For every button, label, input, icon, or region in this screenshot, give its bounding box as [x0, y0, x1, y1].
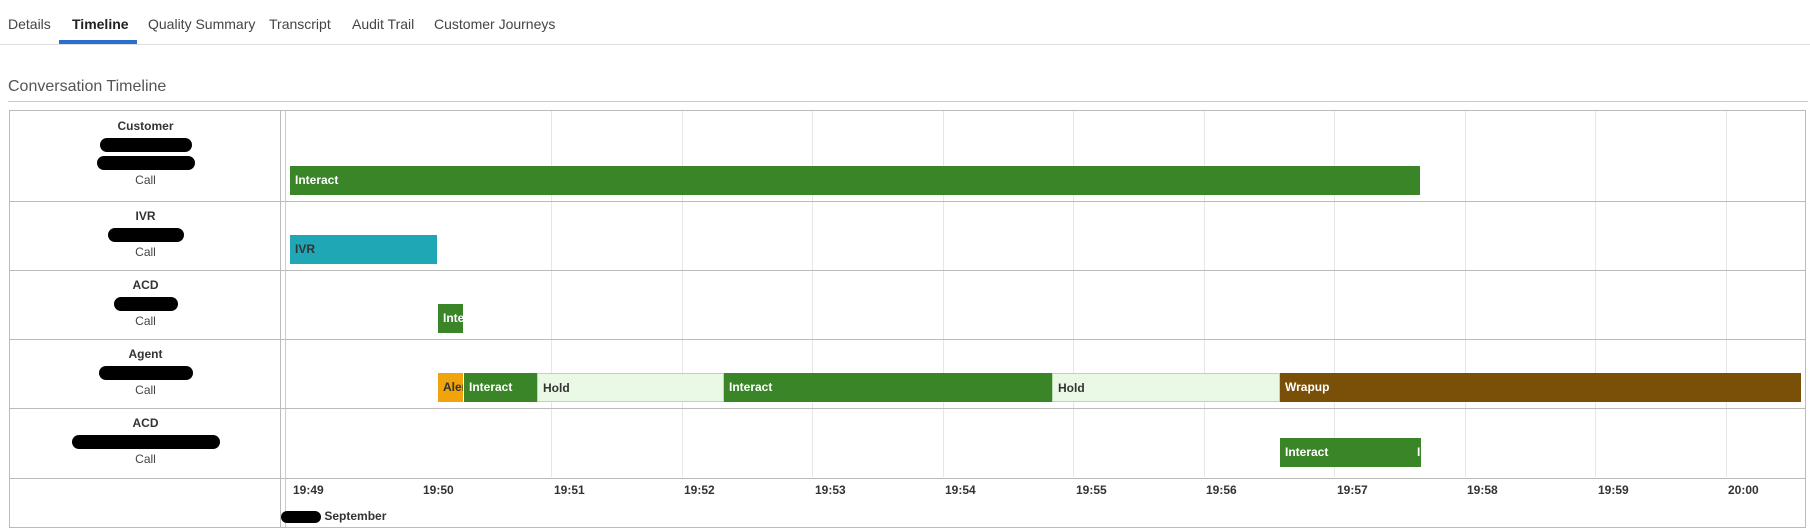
segment-alert[interactable]: Alert: [438, 373, 463, 402]
redacted-name: [10, 225, 281, 243]
segment-ivr[interactable]: IVR: [290, 235, 437, 264]
time-tick: 19:55: [1076, 483, 1107, 497]
grid-line: [1726, 111, 1727, 477]
participant-media: Call: [135, 452, 156, 466]
segment-interact[interactable]: Interact: [1280, 438, 1412, 467]
redacted-name: [10, 294, 281, 312]
date-month: September: [324, 509, 387, 523]
row-divider: [10, 408, 1805, 409]
segment-wrapup[interactable]: Wrapup: [1280, 373, 1801, 402]
tab-quality-summary[interactable]: Quality Summary: [148, 16, 255, 32]
participant-agent: Agent Call: [10, 345, 281, 399]
time-tick: 19:58: [1467, 483, 1498, 497]
time-tick: 20:00: [1728, 483, 1759, 497]
participant-media: Call: [135, 173, 156, 187]
tab-customer-journeys[interactable]: Customer Journeys: [434, 16, 555, 32]
redacted-name: [10, 432, 281, 450]
grid-line: [1465, 111, 1466, 477]
time-tick: 19:54: [945, 483, 976, 497]
segment-interact[interactable]: Interact: [464, 373, 537, 402]
conversation-timeline: Customer Call IVR Call ACD Call Agent Ca…: [9, 110, 1806, 528]
segment-hold[interactable]: Hold: [1052, 373, 1280, 402]
participant-media: Call: [135, 245, 156, 259]
participant-title: Agent: [128, 347, 163, 361]
participant-title: IVR: [135, 209, 156, 223]
segment-interact[interactable]: Interact: [438, 304, 463, 333]
tab-transcript[interactable]: Transcript: [269, 16, 331, 32]
redacted-name: [10, 363, 281, 381]
time-tick: 19:57: [1337, 483, 1368, 497]
participant-title: ACD: [132, 278, 159, 292]
tab-details[interactable]: Details: [8, 16, 51, 32]
row-divider: [10, 339, 1805, 340]
participant-acd: ACD Call: [10, 276, 281, 330]
participant-media: Call: [135, 314, 156, 328]
active-tab-indicator: [59, 40, 137, 44]
participant-customer: Customer Call: [10, 117, 281, 189]
row-divider: [10, 478, 1805, 479]
time-tick: 19:51: [554, 483, 585, 497]
participant-title: Customer: [117, 119, 174, 133]
segment-hold[interactable]: Hold: [537, 373, 724, 402]
tab-audit-trail[interactable]: Audit Trail: [352, 16, 414, 32]
timeline-left-border: [285, 111, 286, 527]
grid-line: [1595, 111, 1596, 477]
participant-ivr: IVR Call: [10, 207, 281, 261]
time-tick: 19:53: [815, 483, 846, 497]
segment-interact[interactable]: Interact: [724, 373, 1052, 402]
segment-interact[interactable]: Interact: [290, 166, 1420, 195]
tab-timeline[interactable]: Timeline: [72, 16, 129, 32]
redacted-number: [10, 153, 281, 171]
redacted-name: [10, 135, 281, 153]
date-label: September: [281, 509, 386, 523]
time-tick: 19:56: [1206, 483, 1237, 497]
segment-interact[interactable]: Interact: [1412, 438, 1421, 467]
participant-acd-queue: ACD Call: [10, 414, 281, 468]
time-tick: 19:52: [684, 483, 715, 497]
participant-title: ACD: [132, 416, 159, 430]
row-divider: [10, 201, 1805, 202]
time-tick: 19:50: [423, 483, 454, 497]
section-title: Conversation Timeline: [8, 78, 167, 95]
row-divider: [10, 270, 1805, 271]
time-tick: 19:49: [293, 483, 324, 497]
section-divider: [8, 101, 1808, 102]
time-tick: 19:59: [1598, 483, 1629, 497]
redacted-date: [281, 510, 321, 523]
participant-media: Call: [135, 383, 156, 397]
tab-bar: Details Timeline Quality Summary Transcr…: [0, 0, 1810, 45]
